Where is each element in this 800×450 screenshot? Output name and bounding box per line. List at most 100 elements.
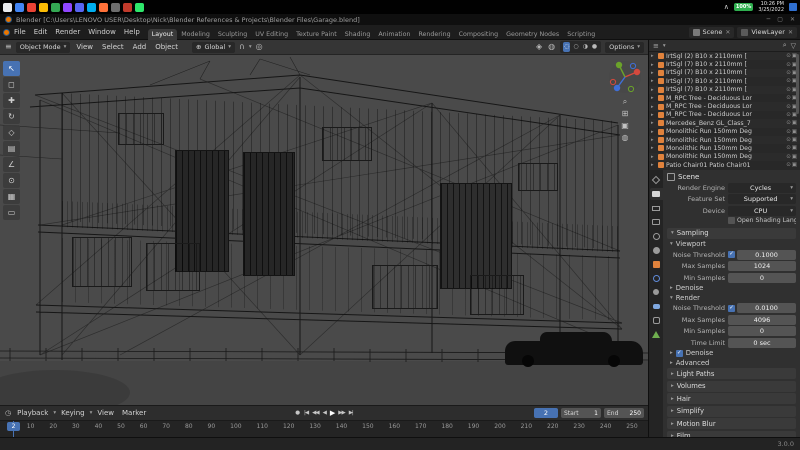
panel-volumes[interactable]: ▸ Volumes: [667, 381, 796, 392]
menu-select[interactable]: Select: [99, 43, 127, 51]
outliner-row[interactable]: ▸ Monolithic Run 150mm Deg ⊙▣: [649, 153, 800, 161]
taskbar-app-icon[interactable]: [51, 3, 60, 12]
current-frame-field[interactable]: 2: [534, 408, 558, 418]
taskbar-app-icon[interactable]: [15, 3, 24, 12]
tray-expand-icon[interactable]: ∧: [724, 3, 729, 11]
visibility-icons[interactable]: ⊙▣: [786, 129, 798, 135]
navigation-gizmo[interactable]: [607, 59, 643, 95]
tool-measure[interactable]: ⊙: [3, 173, 20, 188]
blender-menu-icon[interactable]: [3, 29, 10, 36]
tab-layout[interactable]: Layout: [148, 29, 177, 40]
panel-light-paths[interactable]: ▸ Light Paths: [667, 368, 796, 379]
menu-object[interactable]: Object: [152, 43, 181, 51]
menu-keying[interactable]: Keying: [58, 409, 88, 417]
outliner-scrollbar[interactable]: [796, 54, 799, 114]
close-button[interactable]: ✕: [790, 16, 795, 23]
frame-end-field[interactable]: End 250: [604, 408, 644, 418]
taskbar-app-icon[interactable]: [99, 3, 108, 12]
outliner-row[interactable]: ▸ Monolithic Run 150mm Deg ⊙▣: [649, 136, 800, 144]
maximize-button[interactable]: ▢: [777, 16, 783, 23]
snap-magnet-icon[interactable]: ∩: [238, 42, 246, 52]
taskbar-app-icon[interactable]: [75, 3, 84, 12]
visibility-icons[interactable]: ⊙▣: [786, 154, 798, 160]
taskbar-app-icon[interactable]: [111, 3, 120, 12]
expand-icon[interactable]: ▸: [651, 78, 656, 84]
tab-output[interactable]: [650, 202, 663, 214]
minimize-button[interactable]: ─: [767, 16, 771, 23]
tab-scripting[interactable]: Scripting: [563, 29, 599, 40]
subpanel-render[interactable]: ▾ Render: [667, 294, 796, 302]
expand-icon[interactable]: ▸: [651, 70, 656, 76]
panel-simplify[interactable]: ▸ Simplify: [667, 406, 796, 417]
viewport-min-samples-field[interactable]: 0: [728, 273, 796, 283]
device-dropdown[interactable]: CPU ▾: [728, 206, 796, 216]
tool-rotate[interactable]: ↻: [3, 109, 20, 124]
taskbar-app-icon[interactable]: [3, 3, 12, 12]
tab-uv-editing[interactable]: UV Editing: [251, 29, 292, 40]
proportional-edit-icon[interactable]: ◎: [255, 42, 264, 52]
outliner-row[interactable]: ▸ IrtSgl (7) B10 x 2110mm [ ⊙▣: [649, 86, 800, 94]
tool-annotate[interactable]: ∠: [3, 157, 20, 172]
notification-center-icon[interactable]: [789, 3, 797, 11]
overlays-toggle-icon[interactable]: ◍: [547, 42, 556, 52]
timeline-editor-icon[interactable]: ◷: [4, 408, 12, 418]
filter-icon[interactable]: ▽: [791, 42, 796, 50]
visibility-icons[interactable]: ⊙▣: [786, 145, 798, 151]
breadcrumb-scene[interactable]: Scene: [678, 173, 699, 181]
menu-add[interactable]: Add: [130, 43, 150, 51]
tab-shading[interactable]: Shading: [341, 29, 375, 40]
noise-threshold-checkbox[interactable]: ✓: [728, 305, 735, 312]
shading-material-icon[interactable]: ◑: [582, 42, 589, 52]
tab-geometry-nodes[interactable]: Geometry Nodes: [502, 29, 563, 40]
taskbar-app-icon[interactable]: [123, 3, 132, 12]
unlink-scene-icon[interactable]: ✕: [725, 29, 730, 36]
panel-sampling[interactable]: ▾ Sampling: [667, 228, 796, 239]
expand-icon[interactable]: ▸: [651, 95, 656, 101]
menu-view[interactable]: View: [73, 43, 96, 51]
expand-icon[interactable]: ▸: [651, 87, 656, 93]
menu-file[interactable]: File: [10, 28, 30, 36]
battery-indicator[interactable]: 100%: [734, 3, 753, 11]
osl-checkbox[interactable]: [728, 217, 735, 224]
tool-select-box[interactable]: ◻: [3, 77, 20, 92]
outliner-row[interactable]: ▸ IrtSgl (7) B10 x 2110mm [ ⊙▣: [649, 77, 800, 85]
menu-window[interactable]: Window: [84, 28, 120, 36]
jump-to-end-button[interactable]: ▶|: [349, 410, 353, 416]
outliner-row[interactable]: ▸ IrtSgl (2) B10 x 2110mm [ ⊙▣: [649, 52, 800, 60]
outliner-row[interactable]: ▸ Monolithic Run 150mm Deg ⊙▣: [649, 128, 800, 136]
tab-view-layer[interactable]: [650, 216, 663, 228]
render-min-samples-field[interactable]: 0: [728, 326, 796, 336]
pan-icon[interactable]: ⊞: [622, 109, 629, 119]
tab-object[interactable]: [650, 258, 663, 270]
render-engine-dropdown[interactable]: Cycles ▾: [728, 183, 796, 193]
playhead-frame-label[interactable]: 2: [7, 422, 20, 431]
expand-icon[interactable]: ▸: [651, 145, 656, 151]
view-layer-selector[interactable]: ViewLayer ✕: [737, 27, 797, 38]
camera-view-icon[interactable]: ▣: [621, 121, 629, 131]
scene-selector[interactable]: Scene ✕: [689, 27, 735, 38]
render-max-samples-field[interactable]: 4096: [728, 315, 796, 325]
tab-scene[interactable]: [650, 230, 663, 242]
menu-edit[interactable]: Edit: [30, 28, 52, 36]
next-keyframe-button[interactable]: ▶▶: [338, 410, 344, 416]
expand-icon[interactable]: ▸: [651, 53, 656, 59]
tab-sculpting[interactable]: Sculpting: [214, 29, 251, 40]
denoise-checkbox[interactable]: ✓: [676, 350, 683, 357]
outliner-row[interactable]: ▸ Monolithic Run 150mm Deg ⊙▣: [649, 144, 800, 152]
expand-icon[interactable]: ▸: [651, 112, 656, 118]
viewport-max-samples-field[interactable]: 1024: [728, 261, 796, 271]
menu-help[interactable]: Help: [120, 28, 144, 36]
unlink-view-layer-icon[interactable]: ✕: [788, 29, 793, 36]
taskbar-app-icon[interactable]: [39, 3, 48, 12]
panel-hair[interactable]: ▸ Hair: [667, 393, 796, 404]
expand-icon[interactable]: ▸: [651, 137, 656, 143]
outliner-row[interactable]: ▸ Mercedes_Benz GL_Class_7 ⊙▣: [649, 119, 800, 127]
tool-scale[interactable]: ◇: [3, 125, 20, 140]
tool-move[interactable]: ✚: [3, 93, 20, 108]
tab-modifiers[interactable]: [650, 272, 663, 284]
tool-transform[interactable]: ▤: [3, 141, 20, 156]
subpanel-render-denoise[interactable]: ▸ ✓ Denoise: [667, 349, 796, 357]
visibility-icons[interactable]: ⊙▣: [786, 137, 798, 143]
play-reverse-button[interactable]: ◀: [323, 410, 326, 416]
tab-particles[interactable]: [650, 286, 663, 298]
